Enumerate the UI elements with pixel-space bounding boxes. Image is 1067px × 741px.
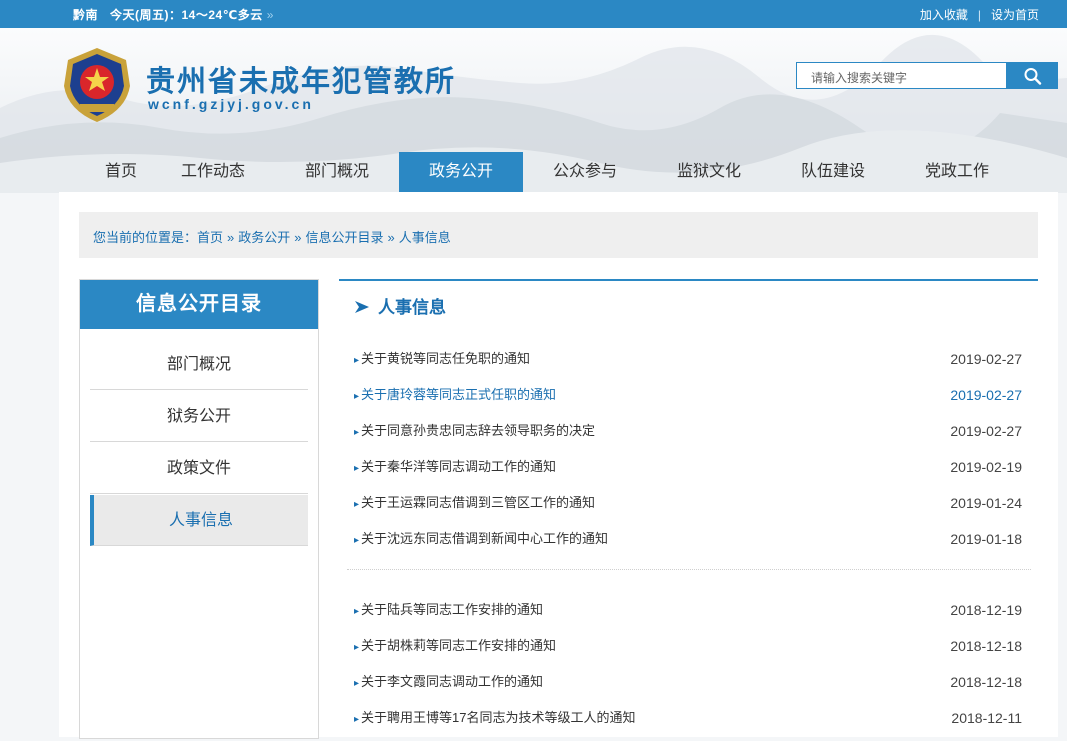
list-item[interactable]: ▸ 关于李文霞同志调动工作的通知 2018-12-18	[354, 664, 1022, 700]
set-homepage-link[interactable]: 设为首页	[991, 8, 1039, 22]
list-divider	[347, 569, 1031, 570]
sidebar-item-policy[interactable]: 政策文件	[90, 443, 308, 494]
bullet-icon: ▸	[354, 714, 360, 725]
list-item[interactable]: ▸ 关于王运霖同志借调到三管区工作的通知 2019-01-24	[354, 485, 1022, 521]
weather-info: 黔南 今天(周五)：14～24℃多云 »	[73, 6, 274, 23]
breadcrumb-info-catalog[interactable]: 信息公开目录	[306, 230, 384, 245]
bullet-icon: ▸	[354, 427, 360, 438]
nav-item-work-news[interactable]: 工作动态	[151, 152, 275, 192]
content-title: 人事信息	[354, 293, 446, 318]
article-date: 2019-02-27	[950, 387, 1022, 403]
article-date: 2019-02-19	[950, 459, 1022, 475]
breadcrumb-sep: »	[294, 230, 302, 245]
article-title[interactable]: 关于王运霖同志借调到三管区工作的通知	[361, 495, 595, 510]
list-item[interactable]: ▸ 关于同意孙贵忠同志辞去领导职务的决定 2019-02-27	[354, 413, 1022, 449]
bullet-icon: ▸	[354, 463, 360, 474]
list-item[interactable]: ▸ 关于唐玲蓉等同志正式任职的通知 2019-02-27	[354, 377, 1022, 413]
article-date: 2019-01-18	[950, 531, 1022, 547]
main-nav: 首页 工作动态 部门概况 政务公开 公众参与 监狱文化 队伍建设 党政工作	[59, 152, 1058, 194]
bullet-icon: ▸	[354, 391, 360, 402]
list-item[interactable]: ▸ 关于秦华洋等同志调动工作的通知 2019-02-19	[354, 449, 1022, 485]
article-date: 2019-01-24	[950, 495, 1022, 511]
bullet-icon: ▸	[354, 642, 360, 653]
article-title[interactable]: 关于沈远东同志借调到新闻中心工作的通知	[361, 531, 608, 546]
list-item[interactable]: ▸ 关于聘用王博等17名同志为技术等级工人的通知 2018-12-11	[354, 700, 1022, 736]
bullet-icon: ▸	[354, 499, 360, 510]
article-title[interactable]: 关于陆兵等同志工作安排的通知	[361, 602, 543, 617]
breadcrumb-home[interactable]: 首页	[197, 230, 223, 245]
police-emblem-icon	[64, 48, 130, 122]
sidebar-item-personnel[interactable]: 人事信息	[90, 495, 308, 546]
article-date: 2018-12-18	[950, 638, 1022, 654]
breadcrumb-personnel[interactable]: 人事信息	[399, 230, 451, 245]
nav-item-team[interactable]: 队伍建设	[771, 152, 895, 192]
weather-city: 黔南	[73, 8, 99, 22]
article-title[interactable]: 关于同意孙贵忠同志辞去领导职务的决定	[361, 423, 595, 438]
main-panel: 您当前的位置是：首页» 政务公开» 信息公开目录» 人事信息 信息公开目录 部门概况 …	[59, 192, 1058, 739]
list-item[interactable]: ▸ 关于黄锐等同志任免职的通知 2019-02-27	[354, 341, 1022, 377]
nav-item-public[interactable]: 公众参与	[523, 152, 647, 192]
weather-text: 今天(周五)：14～24℃多云	[110, 8, 263, 22]
bullet-icon: ▸	[354, 606, 360, 617]
sidebar-title: 信息公开目录	[80, 280, 318, 329]
list-item[interactable]: ▸ 关于胡株莉等同志工作安排的通知 2018-12-18	[354, 628, 1022, 664]
link-separator: |	[977, 8, 981, 22]
article-date: 2019-02-27	[950, 351, 1022, 367]
article-title[interactable]: 关于唐玲蓉等同志正式任职的通知	[361, 387, 556, 402]
bullet-icon: ▸	[354, 535, 360, 546]
article-title[interactable]: 关于秦华洋等同志调动工作的通知	[361, 459, 556, 474]
breadcrumb-sep: »	[387, 230, 395, 245]
bullet-icon: ▸	[354, 678, 360, 689]
article-title[interactable]: 关于黄锐等同志任免职的通知	[361, 351, 530, 366]
site-url: wcnf.gzjyj.gov.cn	[148, 96, 314, 112]
bullet-icon: ▸	[354, 355, 360, 366]
article-title[interactable]: 关于胡株莉等同志工作安排的通知	[361, 638, 556, 653]
article-date: 2018-12-11	[951, 710, 1022, 726]
list-item[interactable]: ▸ 关于沈远东同志借调到新闻中心工作的通知 2019-01-18	[354, 521, 1022, 557]
list-item[interactable]: ▸ 关于陆兵等同志工作安排的通知 2018-12-19	[354, 592, 1022, 628]
sidebar-item-dept[interactable]: 部门概况	[90, 339, 308, 390]
sidebar: 信息公开目录 部门概况 狱务公开 政策文件 人事信息	[79, 279, 319, 739]
breadcrumb-prefix: 您当前的位置是：	[93, 230, 198, 245]
top-links: 加入收藏 | 设为首页	[920, 6, 1039, 23]
site-title: 贵州省未成年犯管教所	[146, 66, 457, 98]
breadcrumb-gov-affairs[interactable]: 政务公开	[238, 230, 290, 245]
article-date: 2018-12-18	[950, 674, 1022, 690]
content-title-text: 人事信息	[378, 298, 446, 317]
article-title[interactable]: 关于李文霞同志调动工作的通知	[361, 674, 543, 689]
nav-item-dept[interactable]: 部门概况	[275, 152, 399, 192]
article-date: 2018-12-19	[950, 602, 1022, 618]
breadcrumb: 您当前的位置是：首页» 政务公开» 信息公开目录» 人事信息	[79, 212, 1038, 258]
weather-more-icon[interactable]: »	[267, 8, 274, 22]
content-area: 人事信息 ▸ 关于黄锐等同志任免职的通知 2019-02-27 ▸ 关于唐玲蓉等同志正式…	[339, 279, 1038, 741]
nav-item-culture[interactable]: 监狱文化	[647, 152, 771, 192]
article-title[interactable]: 关于聘用王博等17名同志为技术等级工人的通知	[361, 710, 635, 725]
breadcrumb-sep: »	[227, 230, 235, 245]
nav-item-gov-affairs[interactable]: 政务公开	[399, 152, 523, 192]
article-date: 2019-02-27	[950, 423, 1022, 439]
add-favorite-link[interactable]: 加入收藏	[920, 8, 968, 22]
top-bar: 黔南 今天(周五)：14～24℃多云 » 加入收藏 | 设为首页	[0, 0, 1067, 28]
search-button[interactable]	[1007, 62, 1058, 89]
nav-item-party[interactable]: 党政工作	[895, 152, 1019, 192]
sidebar-item-prison[interactable]: 狱务公开	[90, 391, 308, 442]
search-input[interactable]: 请输入搜索关键字	[796, 62, 1007, 89]
arrow-right-icon	[355, 301, 369, 313]
search-icon	[1024, 68, 1042, 85]
